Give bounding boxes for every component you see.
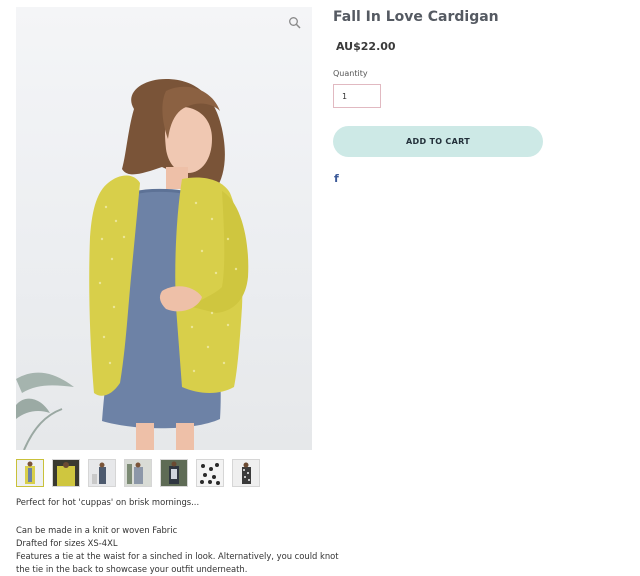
zoom-icon[interactable]: [288, 16, 302, 30]
product-title: Fall In Love Cardigan: [333, 9, 499, 25]
quantity-label: Quantity: [333, 69, 368, 78]
thumbnail-strip: [16, 459, 312, 487]
product-gallery: [16, 7, 312, 487]
thumbnail-7[interactable]: [232, 459, 260, 487]
thumbnail-6[interactable]: [196, 459, 224, 487]
description-line-features: Features a tie at the waist for a sinche…: [16, 551, 339, 574]
description-line-sizes: Drafted for sizes XS-4XL: [16, 538, 118, 548]
quantity-input[interactable]: [333, 84, 381, 108]
add-to-cart-button[interactable]: ADD TO CART: [333, 126, 543, 157]
product-main-image[interactable]: [16, 7, 312, 450]
thumbnail-1[interactable]: [16, 459, 44, 487]
product-price: AU$22.00: [336, 40, 396, 53]
thumbnail-4[interactable]: [124, 459, 152, 487]
description-line-fabric: Can be made in a knit or woven Fabric: [16, 525, 178, 535]
model-photo: [16, 79, 249, 450]
facebook-icon[interactable]: f: [333, 172, 339, 185]
thumbnail-5[interactable]: [160, 459, 188, 487]
thumbnail-2[interactable]: [52, 459, 80, 487]
product-description: Perfect for hot 'cuppas' on brisk mornin…: [16, 496, 346, 576]
description-intro: Perfect for hot 'cuppas' on brisk mornin…: [16, 497, 200, 507]
thumbnail-3[interactable]: [88, 459, 116, 487]
product-info: Fall In Love Cardigan AU$22.00 Quantity …: [333, 7, 633, 186]
